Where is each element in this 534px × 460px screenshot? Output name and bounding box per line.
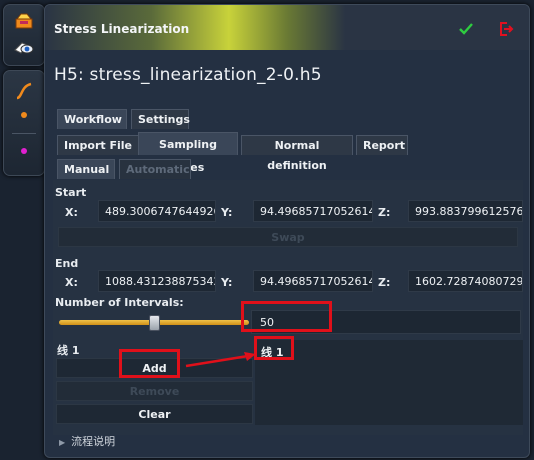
- remove-button[interactable]: Remove: [56, 381, 253, 401]
- orange-point-icon[interactable]: [4, 108, 44, 122]
- start-label: Start: [55, 186, 87, 199]
- confirm-check-icon[interactable]: [457, 20, 475, 38]
- end-x-label: X:: [65, 276, 78, 289]
- swap-button[interactable]: Swap: [58, 227, 518, 247]
- magenta-point-icon[interactable]: [4, 144, 44, 158]
- tab-import-file[interactable]: Import File: [57, 135, 139, 155]
- end-label: End: [55, 257, 79, 270]
- slider-thumb[interactable]: [148, 315, 160, 331]
- tool-rail-bottom: [3, 70, 45, 176]
- tab-report[interactable]: Report: [356, 135, 408, 155]
- list-item[interactable]: 线 1: [261, 344, 283, 360]
- curve-line-icon[interactable]: [4, 79, 44, 103]
- workflow-notes-toggle[interactable]: ▶ 流程说明: [59, 433, 115, 449]
- rail-divider: [12, 133, 36, 134]
- end-z-label: Z:: [378, 276, 391, 289]
- end-y-field[interactable]: 94.49685717052614: [253, 270, 373, 292]
- start-x-field[interactable]: 489.3006747644926: [98, 200, 216, 222]
- file-name-heading: H5: stress_linearization_2-0.h5: [54, 65, 322, 85]
- annotation-arrow: [185, 352, 256, 368]
- tab-normal-definition[interactable]: Normal definition: [241, 135, 353, 172]
- exit-icon[interactable]: [497, 20, 515, 38]
- view-eye-icon[interactable]: [4, 37, 44, 59]
- tab-sampling-lines[interactable]: Sampling Lines: [138, 132, 238, 174]
- end-x-field[interactable]: 1088.431238875342: [98, 270, 216, 292]
- clear-button[interactable]: Clear: [56, 404, 253, 424]
- end-y-label: Y:: [221, 276, 233, 289]
- start-y-label: Y:: [221, 206, 233, 219]
- line-name-label: 线 1: [57, 344, 80, 357]
- start-z-label: Z:: [378, 206, 391, 219]
- start-x-label: X:: [65, 206, 78, 219]
- intervals-value-field[interactable]: 50: [251, 310, 521, 334]
- geometry-tool-icon[interactable]: [4, 11, 44, 33]
- workflow-notes-label: 流程说明: [71, 435, 116, 448]
- tab-settings[interactable]: Settings: [131, 109, 190, 129]
- start-z-field[interactable]: 993.8837996125764: [408, 200, 523, 222]
- end-z-field[interactable]: 1602.728740807298: [408, 270, 523, 292]
- caret-right-icon: ▶: [59, 438, 66, 447]
- tab-automatic[interactable]: Automatic: [119, 159, 191, 179]
- panel-title: Stress Linearization: [54, 22, 190, 36]
- tool-rail-top: [3, 4, 45, 66]
- sampling-lines-content: Start X: 489.3006747644926 Y: 94.4968571…: [53, 180, 523, 435]
- intervals-slider[interactable]: [55, 312, 253, 334]
- start-y-field[interactable]: 94.49685717052614: [253, 200, 373, 222]
- intervals-label: Number of Intervals:: [55, 296, 184, 309]
- panel-titlebar: Stress Linearization: [45, 5, 529, 50]
- tab-manual[interactable]: Manual: [57, 159, 115, 179]
- tab-workflow[interactable]: Workflow: [57, 109, 127, 129]
- stress-linearization-panel: Stress Linearization H5: stress_lineariz…: [44, 4, 530, 458]
- sampling-lines-list: 线 1: [255, 340, 523, 425]
